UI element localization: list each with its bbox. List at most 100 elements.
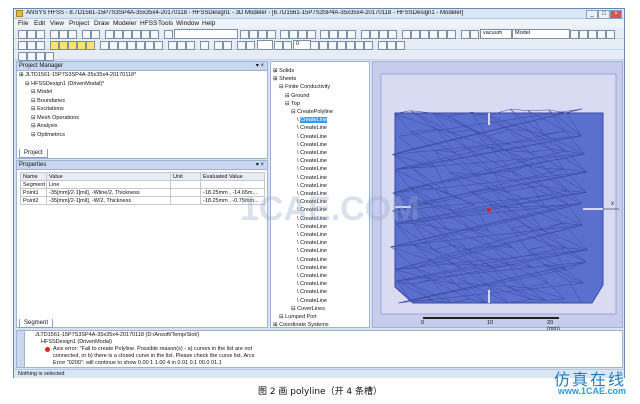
plot-icon[interactable]	[154, 41, 163, 50]
snap-center-icon[interactable]	[346, 41, 355, 50]
subtract-icon[interactable]	[370, 30, 379, 39]
model-tree-item[interactable]: \ CreateLine	[297, 117, 327, 124]
sweep-icon[interactable]	[136, 41, 145, 50]
snap-vertex-icon[interactable]	[319, 41, 328, 50]
xy-plane-icon[interactable]	[237, 41, 246, 50]
menu-tools[interactable]: Tools	[158, 20, 173, 27]
maximize-button[interactable]: □	[598, 10, 610, 19]
model-tree-item[interactable]: \ CreateLine	[297, 240, 327, 247]
draw-spline-icon[interactable]	[258, 30, 267, 39]
open-icon[interactable]	[27, 30, 36, 39]
cut-icon[interactable]	[50, 30, 59, 39]
ellipse-icon[interactable]	[338, 30, 347, 39]
move-icon[interactable]	[168, 41, 177, 50]
sphere-icon[interactable]	[298, 30, 307, 39]
draw-line-icon[interactable]	[240, 30, 249, 39]
model-tree-item[interactable]: \ CreateLine	[297, 134, 327, 141]
dim-3d-icon[interactable]	[283, 41, 292, 50]
properties-close-icon[interactable]: ▾ ×	[256, 161, 264, 168]
mesh-icon[interactable]	[118, 41, 127, 50]
ruler-icon[interactable]	[378, 41, 387, 50]
measure-icon[interactable]	[214, 41, 223, 50]
torus-icon[interactable]	[307, 30, 316, 39]
model-tree-item[interactable]: \ CreateLine	[297, 142, 327, 149]
model-tree-item[interactable]: ⊟ CreatePolyline	[291, 109, 333, 116]
project-tree-item[interactable]: ⊟ Analysis	[31, 123, 57, 130]
options-icon[interactable]	[606, 30, 615, 39]
zoom-in-icon[interactable]	[402, 30, 411, 39]
model-tree-item[interactable]: ⊟ Ground	[285, 93, 310, 100]
wireframe-icon[interactable]	[470, 30, 479, 39]
view-top-icon[interactable]	[429, 30, 438, 39]
snap-select[interactable]	[174, 29, 238, 39]
material-icon[interactable]	[36, 41, 45, 50]
excitation-icon[interactable]	[109, 41, 118, 50]
tab-segment[interactable]: Segment	[19, 319, 54, 328]
circle-icon[interactable]	[329, 30, 338, 39]
snap-grid-icon[interactable]	[310, 41, 319, 50]
face-icon[interactable]	[86, 41, 95, 50]
model-tree-item[interactable]: \ CreateLine	[297, 166, 327, 173]
layout4-icon[interactable]	[45, 52, 54, 61]
project-tree-item[interactable]: ⊟ HFSSDesign1 (DrivenModal)*	[25, 81, 104, 88]
model-tree-item[interactable]: \ CreateLine	[297, 265, 327, 272]
model-tree-item[interactable]: \ CreateLine	[297, 232, 327, 239]
shade-icon[interactable]	[461, 30, 470, 39]
cell-value[interactable]: -35[mm]/2-1[mil], -W/2, Thickness	[46, 196, 171, 205]
model-tree-item[interactable]: ⊟ Top	[285, 101, 300, 108]
grid-icon[interactable]	[164, 30, 173, 39]
view-iso-icon[interactable]	[420, 30, 429, 39]
redo-icon[interactable]	[91, 30, 100, 39]
setup-icon[interactable]	[127, 41, 136, 50]
model-tree-item[interactable]: \ CreateLine	[297, 125, 327, 132]
snap-edge-icon[interactable]	[328, 41, 337, 50]
box-icon[interactable]	[280, 30, 289, 39]
model-tree-item[interactable]: ⊞ Solids	[273, 68, 294, 75]
light-icon[interactable]	[50, 41, 59, 50]
model-tree-item[interactable]: \ CreateLine	[297, 175, 327, 182]
boundary-icon[interactable]	[100, 41, 109, 50]
menu-view[interactable]: View	[50, 20, 64, 27]
properties-icon[interactable]	[18, 41, 27, 50]
project-tree-item[interactable]: ⊟ Mesh Operations	[31, 115, 79, 122]
menu-draw[interactable]: Draw	[94, 20, 109, 27]
menu-edit[interactable]: Edit	[34, 20, 45, 27]
layout2-icon[interactable]	[27, 52, 36, 61]
pan-icon[interactable]	[114, 30, 123, 39]
project-tree-item[interactable]: ⊞ JLTD1561-15P7S3SP4A-35x35x4-20170118*	[19, 72, 136, 79]
copy-icon[interactable]	[59, 30, 68, 39]
validate-icon[interactable]	[570, 30, 579, 39]
model-tree-item[interactable]: ⊟ Finite Conductivity	[279, 84, 330, 91]
plane-select[interactable]	[257, 40, 273, 50]
field-overlay-icon[interactable]	[597, 30, 606, 39]
analyze-icon[interactable]	[579, 30, 588, 39]
value-select[interactable]: 0	[293, 40, 311, 50]
polygon-icon[interactable]	[347, 30, 356, 39]
model-tree-item[interactable]: ⊟ Lumped Port	[279, 314, 317, 321]
material-select[interactable]: vacuum	[480, 29, 512, 39]
new-icon[interactable]	[18, 30, 27, 39]
intersect-icon[interactable]	[379, 30, 388, 39]
view-right-icon[interactable]	[447, 30, 456, 39]
edge-icon[interactable]	[77, 41, 86, 50]
select-icon[interactable]	[105, 30, 114, 39]
cs-icon[interactable]	[223, 41, 232, 50]
close-button[interactable]: ×	[610, 10, 622, 19]
model-select[interactable]: Model	[512, 29, 570, 39]
menu-file[interactable]: File	[18, 20, 28, 27]
model-tree-item[interactable]: ⊞ Sheets	[273, 76, 296, 83]
model-tree-item[interactable]: \ CreateLine	[297, 150, 327, 157]
menu-modeler[interactable]: Modeler	[113, 20, 136, 27]
model-tree-item[interactable]: \ CreateLine	[297, 281, 327, 288]
menu-hfss[interactable]: HFSS	[140, 20, 157, 27]
paste-icon[interactable]	[68, 30, 77, 39]
undo-icon[interactable]	[82, 30, 91, 39]
model-tree-item[interactable]: \ CreateLine	[297, 289, 327, 296]
model-tree-item[interactable]: ⊟ CoverLines	[291, 306, 325, 313]
relative-cs-icon[interactable]	[387, 41, 396, 50]
table-row[interactable]: Point1 -35[mm]/2-1[mil], -Wline/2, Thick…	[20, 188, 265, 197]
point-icon[interactable]	[59, 41, 68, 50]
view-front-icon[interactable]	[438, 30, 447, 39]
vertex-icon[interactable]	[68, 41, 77, 50]
tab-project[interactable]: Project	[19, 149, 48, 158]
